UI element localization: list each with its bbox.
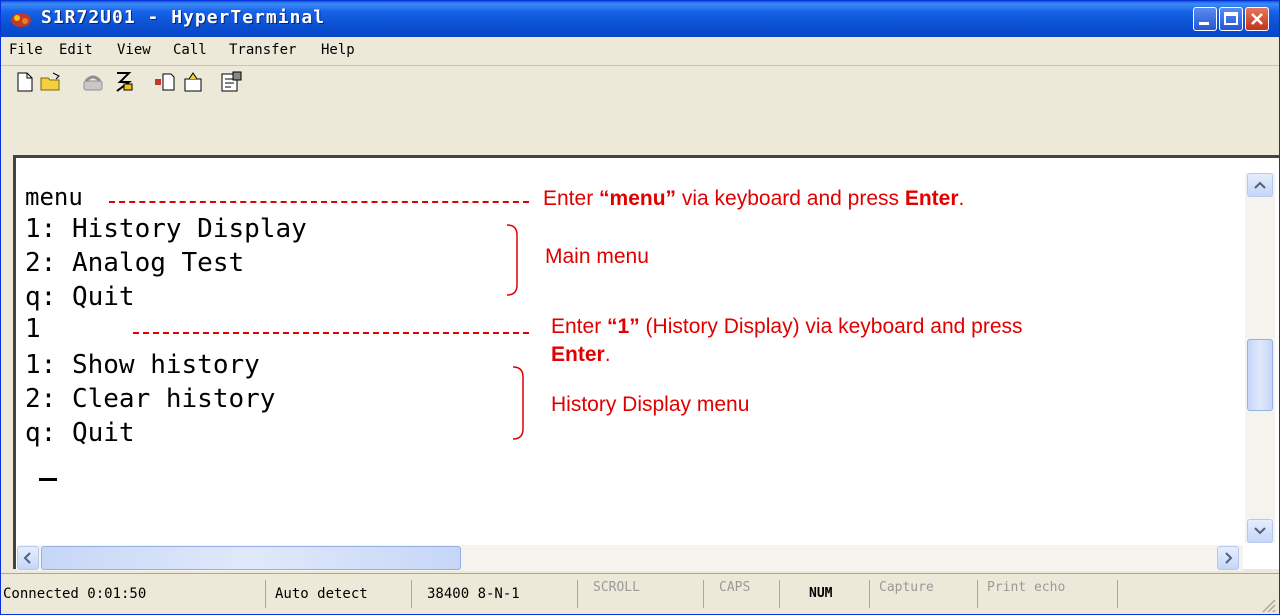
- new-connection-button[interactable]: [13, 70, 37, 94]
- terminal-line: 1: [25, 314, 41, 344]
- scroll-down-button[interactable]: [1247, 519, 1273, 543]
- status-connected: Connected 0:01:50: [3, 580, 266, 608]
- menu-edit[interactable]: Edit: [59, 42, 93, 58]
- toolbar: [1, 66, 1279, 152]
- status-bar: Connected 0:01:50 Auto detect 38400 8-N-…: [1, 573, 1279, 614]
- disconnect-button[interactable]: [111, 70, 135, 94]
- annotation-enter-1-cont: Enter.: [551, 343, 611, 366]
- close-button[interactable]: [1245, 7, 1269, 31]
- menu-view[interactable]: View: [117, 42, 151, 58]
- vertical-scroll-thumb[interactable]: [1247, 339, 1273, 411]
- properties-icon: [221, 71, 242, 92]
- status-port-settings: 38400 8-N-1: [427, 580, 578, 608]
- terminal-line: 1: History Display: [25, 214, 307, 244]
- maximize-icon: [1224, 12, 1238, 25]
- chevron-right-icon: [1225, 552, 1233, 564]
- terminal-line: 2: Analog Test: [25, 248, 245, 278]
- annotation-history-menu: History Display menu: [551, 393, 750, 416]
- minimize-button[interactable]: [1193, 7, 1217, 31]
- terminal-line: q: Quit: [25, 418, 135, 448]
- annotation-leader-line: [109, 201, 529, 203]
- main-menu-brace: [506, 224, 518, 296]
- terminal-line: q: Quit: [25, 282, 135, 312]
- terminal-screen[interactable]: menu 1: History Display 2: Analog Test q…: [17, 161, 1243, 546]
- minimize-icon: [1199, 22, 1209, 25]
- menu-call[interactable]: Call: [173, 42, 207, 58]
- maximize-button[interactable]: [1219, 7, 1243, 31]
- menu-help[interactable]: Help: [321, 42, 355, 58]
- title-bar[interactable]: S1R72U01 - HyperTerminal: [1, 1, 1279, 37]
- close-icon: [1251, 13, 1263, 25]
- properties-button[interactable]: [219, 70, 243, 94]
- status-print-echo: Print echo: [987, 580, 1118, 608]
- send-button[interactable]: [153, 70, 177, 94]
- resize-grip-icon[interactable]: [1259, 596, 1277, 614]
- receive-file-icon: [184, 72, 202, 92]
- horizontal-scroll-thumb[interactable]: [41, 546, 461, 570]
- window-title: S1R72U01 - HyperTerminal: [41, 7, 326, 28]
- menu-file[interactable]: File: [9, 42, 43, 58]
- open-folder-icon: [40, 72, 60, 91]
- menu-bar: File Edit View Call Transfer Help: [1, 37, 1279, 66]
- terminal-line: 2: Clear history: [25, 384, 276, 414]
- disconnected-phone-button[interactable]: [81, 70, 105, 94]
- vertical-scrollbar[interactable]: [1245, 173, 1275, 543]
- phone-icon: [83, 75, 103, 91]
- scroll-up-button[interactable]: [1247, 173, 1273, 197]
- terminal-cursor: [39, 478, 57, 481]
- status-scroll: SCROLL: [593, 580, 704, 608]
- chevron-down-icon: [1254, 527, 1266, 535]
- new-document-icon: [17, 72, 33, 92]
- annotation-enter-menu: Enter “menu” via keyboard and press Ente…: [543, 187, 965, 210]
- scroll-left-button[interactable]: [17, 546, 39, 570]
- status-num: NUM: [809, 580, 870, 608]
- disconnect-icon: [116, 72, 133, 92]
- hyperterminal-window: S1R72U01 - HyperTerminal File Edit View …: [0, 0, 1280, 615]
- annotation-enter-1: Enter “1” (History Display) via keyboard…: [551, 315, 1023, 338]
- annotation-main-menu: Main menu: [545, 245, 649, 268]
- status-capture: Capture: [879, 580, 978, 608]
- chevron-left-icon: [23, 552, 31, 564]
- annotation-leader-line: [133, 332, 529, 334]
- history-menu-brace: [512, 366, 524, 440]
- chevron-up-icon: [1254, 181, 1266, 189]
- hyperterminal-app-icon: [11, 13, 31, 27]
- status-detect: Auto detect: [275, 580, 412, 608]
- terminal-line: menu: [25, 183, 83, 211]
- receive-button[interactable]: [181, 70, 205, 94]
- scroll-right-button[interactable]: [1217, 546, 1239, 570]
- status-caps: CAPS: [719, 580, 780, 608]
- terminal-line: 1: Show history: [25, 350, 260, 380]
- menu-transfer[interactable]: Transfer: [229, 42, 296, 58]
- horizontal-scrollbar[interactable]: [17, 545, 1243, 571]
- send-file-icon: [155, 73, 175, 91]
- open-button[interactable]: [39, 70, 63, 94]
